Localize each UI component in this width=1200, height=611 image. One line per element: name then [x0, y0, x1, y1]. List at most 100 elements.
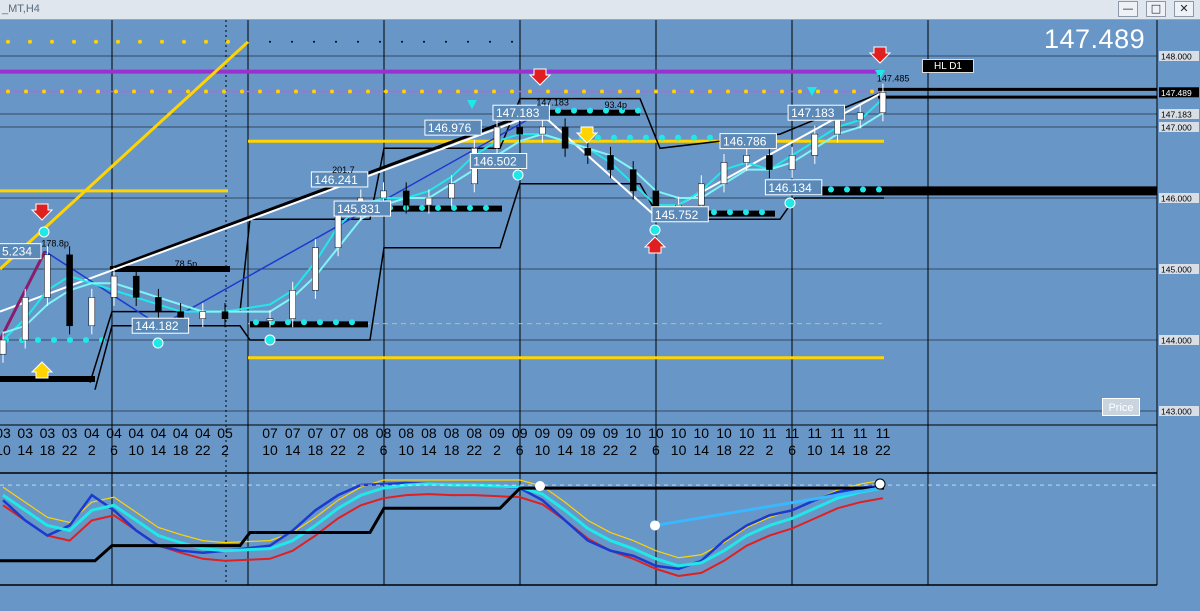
yellow-dot [240, 89, 244, 94]
yellow-dot [78, 89, 82, 94]
black-dot-top [423, 40, 425, 43]
price-label: 147.183 [496, 106, 540, 120]
candle-body [110, 275, 118, 298]
cyan-signal-icon [512, 169, 524, 181]
candle-body [221, 311, 229, 319]
cyan-dot [627, 134, 633, 141]
blue-trend-line [159, 112, 541, 327]
time-day-label: 08 [444, 425, 460, 441]
yellow-dot [762, 89, 766, 94]
yellow-dot [834, 89, 838, 94]
yellow-dot [708, 89, 712, 94]
yellow-dot [672, 89, 676, 94]
yellow-dot [510, 89, 514, 94]
time-hour-label: 10 [128, 442, 144, 458]
black-dot-top [269, 40, 271, 43]
price-label: 147.183 [791, 106, 835, 120]
time-hour-label: 22 [62, 442, 78, 458]
oscillator-marker [535, 481, 545, 492]
time-day-label: 03 [62, 425, 78, 441]
time-day-label: 04 [151, 425, 167, 441]
black-dot-top [313, 40, 315, 43]
time-hour-label: 10 [398, 442, 414, 458]
black-dot-top [445, 40, 447, 43]
minimize-button[interactable]: — [1118, 1, 1138, 17]
time-hour-label: 18 [716, 442, 732, 458]
price-label: 5.234 [2, 245, 32, 259]
cyan-dot [587, 107, 593, 114]
cyan-dot [707, 134, 713, 141]
window-title: _MT,H4 [2, 3, 40, 15]
yellow-dot [798, 89, 802, 94]
yellow-dot [402, 89, 406, 94]
time-day-label: 11 [830, 425, 845, 441]
time-day-label: 04 [173, 425, 189, 441]
yellow-dot [690, 89, 694, 94]
time-day-label: 08 [376, 425, 392, 441]
cyan-dot [301, 319, 307, 326]
price-label: 146.976 [428, 121, 472, 135]
time-hour-label: 18 [40, 442, 56, 458]
white-trend-line [539, 112, 656, 217]
time-day-label: 07 [308, 425, 324, 441]
time-day-label: 11 [785, 425, 800, 441]
time-hour-label: 22 [467, 442, 483, 458]
time-day-label: 07 [330, 425, 346, 441]
candle-body [88, 297, 96, 327]
cyan-signal-icon [784, 197, 796, 209]
candle-body [584, 148, 592, 156]
yellow-dot [636, 89, 640, 94]
chart-canvas[interactable]: 5.234144.182146.241145.831146.976146.502… [0, 20, 1200, 611]
pip-label: 201.7 [332, 165, 355, 175]
title-bar[interactable]: _MT,H4 — □ ✕ [0, 0, 1200, 20]
cyan-dot [743, 209, 749, 216]
time-hour-label: 22 [195, 442, 211, 458]
time-hour-label: 22 [875, 442, 891, 458]
candle-body [448, 183, 455, 199]
time-hour-label: 14 [830, 442, 846, 458]
cyan-dot [844, 186, 850, 193]
cyan-dot [691, 134, 697, 141]
time-hour-label: 14 [285, 442, 301, 458]
maximize-button[interactable]: □ [1146, 1, 1166, 17]
candle-body [66, 254, 73, 327]
candle-body [561, 126, 569, 149]
time-day-label: 11 [762, 425, 777, 441]
yellow-dot [294, 89, 298, 94]
candle-body [0, 339, 7, 355]
yellow-dot [96, 89, 100, 94]
cyan-dot [860, 186, 866, 193]
current-price: 147.489 [1044, 24, 1146, 54]
time-day-label: 03 [40, 425, 56, 441]
time-hour-label: 22 [330, 442, 346, 458]
candle-body [879, 91, 887, 114]
cyan-dot [317, 319, 323, 326]
price-tick-label: 147.489 [1161, 88, 1192, 98]
time-day-label: 04 [106, 425, 122, 441]
time-day-label: 09 [580, 425, 596, 441]
yellow-dot [258, 89, 262, 94]
black-dot-top [335, 40, 337, 43]
time-day-label: 11 [808, 425, 823, 441]
time-hour-label: 18 [580, 442, 596, 458]
yellow-dot [42, 89, 46, 94]
close-button[interactable]: ✕ [1174, 1, 1194, 17]
yellow-dot [60, 89, 64, 94]
candle-body [834, 119, 841, 135]
yellow-dot [348, 89, 352, 94]
yellow-dot [474, 89, 478, 94]
time-hour-label: 14 [557, 442, 573, 458]
time-hour-label: 18 [444, 442, 460, 458]
black-dot-top [511, 40, 513, 43]
price-tick-label: 148.000 [1161, 52, 1192, 62]
candle-body [155, 297, 162, 312]
pip-label: 78.5p [175, 259, 198, 269]
cyan-dot [659, 134, 665, 141]
candle-body [21, 297, 29, 341]
cyan-dot [285, 319, 291, 326]
cyan-dot [675, 134, 681, 141]
pip-label: 178.8p [41, 238, 69, 248]
price-button[interactable]: Price [1102, 398, 1140, 416]
yellow-dot [600, 89, 604, 94]
yellow-dot [852, 89, 856, 94]
